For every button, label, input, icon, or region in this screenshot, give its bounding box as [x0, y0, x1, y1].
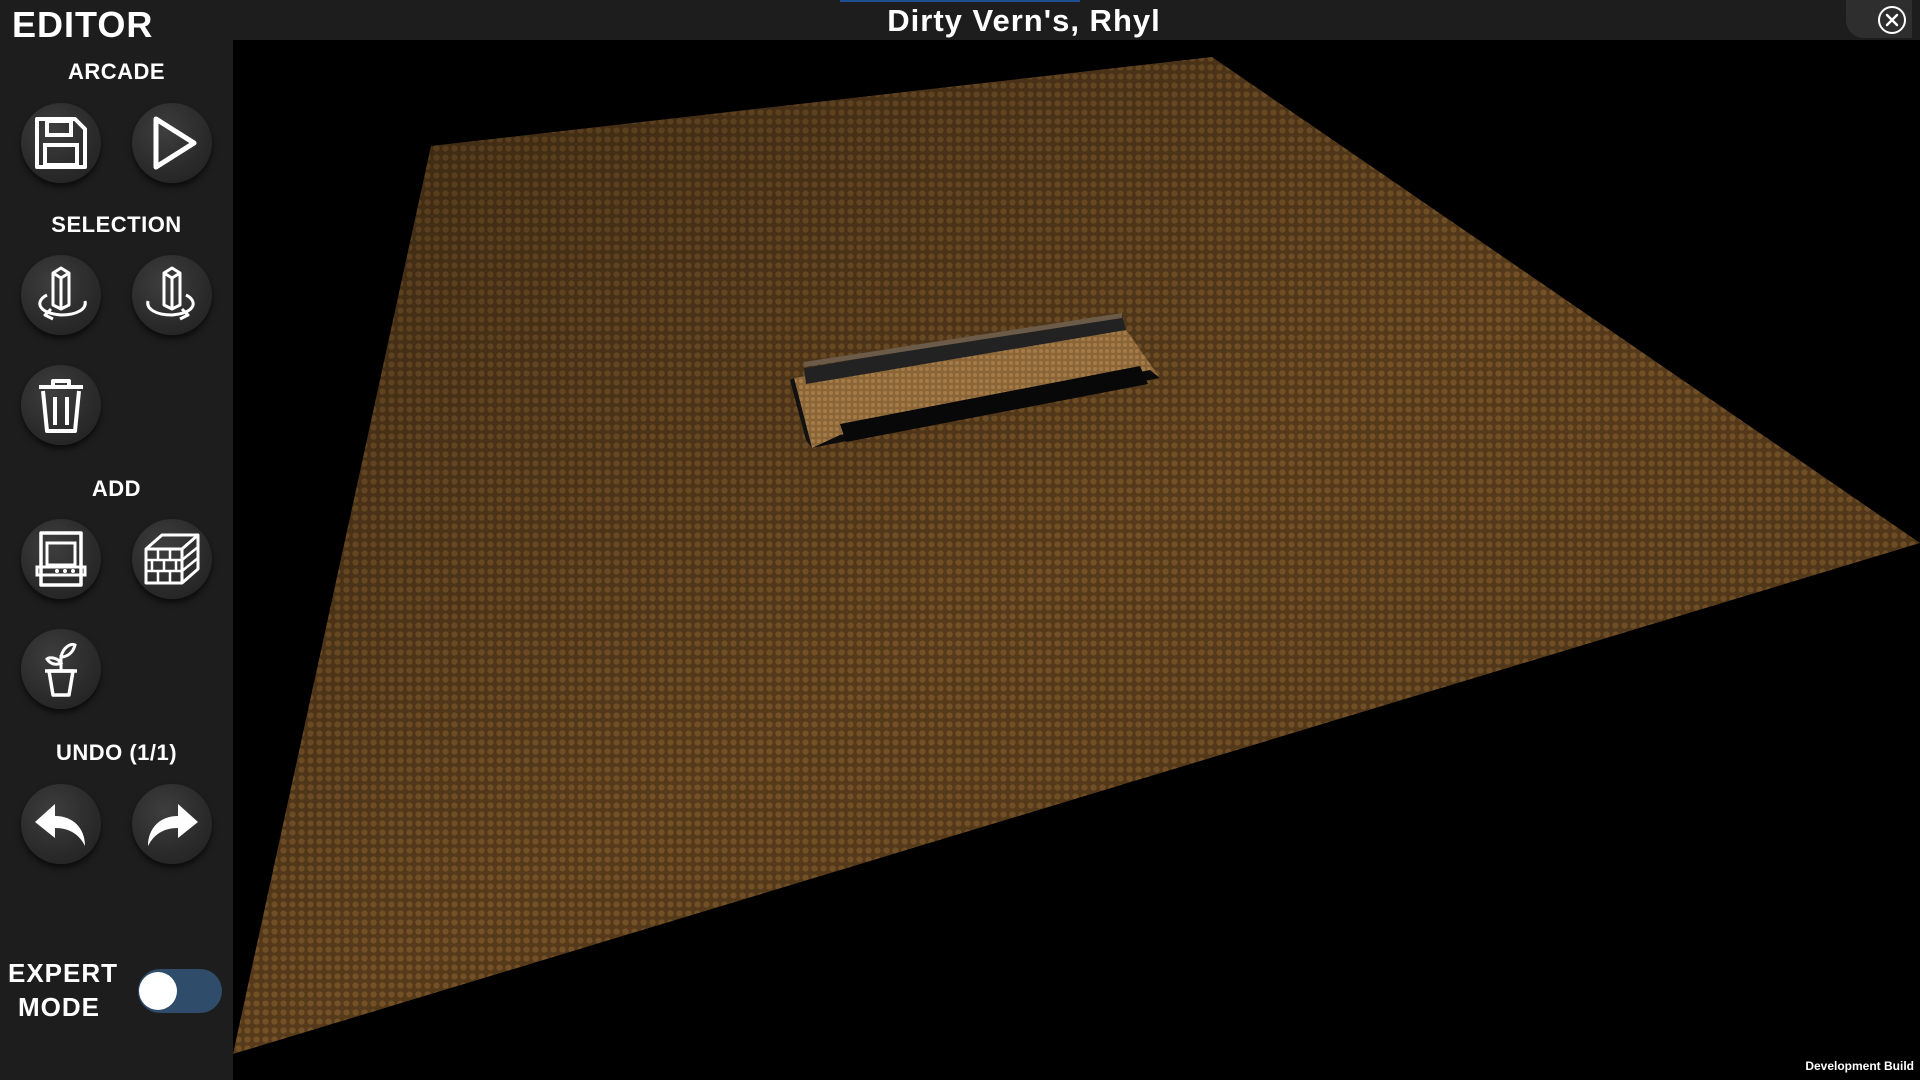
development-build-label: Development Build	[1805, 1059, 1914, 1073]
play-icon	[153, 116, 197, 170]
trash-icon	[39, 379, 83, 433]
play-button[interactable]	[132, 103, 212, 183]
level-title: Dirty Vern's, Rhyl	[887, 3, 1161, 38]
title-bar: Dirty Vern's, Rhyl	[0, 0, 1920, 40]
expert-mode-label-line2: MODE	[18, 992, 100, 1022]
scene-viewport[interactable]: Development Build	[233, 40, 1920, 1080]
rotate-right-icon	[146, 266, 195, 321]
rotate-right-button[interactable]	[132, 255, 212, 335]
section-label-undo: UNDO (1/1)	[55, 740, 178, 765]
brick-wall-icon	[144, 533, 200, 585]
add-arcade-cabinet-button[interactable]	[21, 519, 101, 599]
close-icon	[1878, 6, 1906, 34]
rotate-left-button[interactable]	[21, 255, 101, 335]
arcade-cabinet-icon	[35, 531, 87, 587]
delete-button[interactable]	[21, 365, 101, 445]
undo-button[interactable]	[21, 784, 101, 864]
section-label-add: ADD	[91, 476, 142, 501]
rotate-left-icon	[38, 266, 87, 321]
expert-mode-label-line1: EXPERT	[8, 958, 119, 988]
close-button[interactable]	[1846, 0, 1912, 38]
save-button[interactable]	[21, 103, 101, 183]
editor-sidebar: EDITOR ARCADE SELECTION ADD UNDO (1/1) E…	[0, 0, 233, 1080]
toggle-knob[interactable]	[139, 972, 177, 1010]
floppy-disk-icon	[35, 117, 87, 169]
add-plant-button[interactable]	[21, 629, 101, 709]
redo-arrow-icon	[148, 804, 198, 846]
section-label-arcade: ARCADE	[67, 59, 166, 84]
undo-arrow-icon	[35, 804, 85, 846]
editor-title: EDITOR	[12, 4, 154, 45]
section-label-selection: SELECTION	[51, 212, 182, 237]
add-wall-button[interactable]	[132, 519, 212, 599]
expert-mode-label: EXPERT MODE	[8, 956, 119, 1024]
floor-scene[interactable]	[233, 40, 1920, 1080]
redo-button[interactable]	[132, 784, 212, 864]
expert-mode-toggle[interactable]	[138, 969, 222, 1013]
potted-plant-icon	[45, 643, 77, 697]
